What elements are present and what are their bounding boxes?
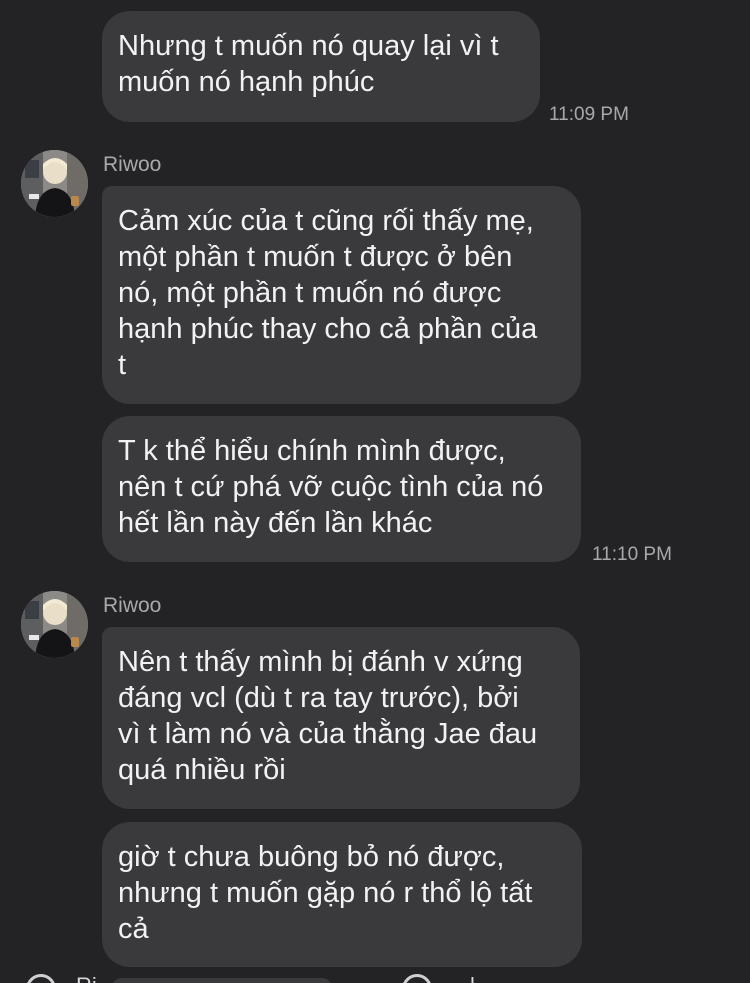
avatar[interactable] [21,150,88,217]
profile-photo-icon [21,591,88,658]
profile-photo-icon [21,150,88,217]
sender-name: Ri [76,974,97,983]
sender-name: Riwoo [103,594,162,617]
avatar[interactable] [402,974,432,983]
message-bubble[interactable]: T k thể hiểu chính mình được, nên t cứ p… [102,416,581,562]
message-bubble[interactable]: giờ t chưa buông bỏ nó được, nhưng t muố… [102,822,582,967]
message-bubble[interactable]: Cảm xúc của t cũng rối thấy mẹ, một phần… [102,186,581,404]
sender-name: Riwoo [103,153,162,176]
avatar[interactable] [26,974,56,983]
message-bubble[interactable] [112,978,332,983]
avatar[interactable] [21,591,88,658]
message-timestamp: 11:10 PM [592,544,672,565]
message-bubble[interactable]: Nên t thấy mình bị đánh v xứng đáng vcl … [102,627,580,809]
sender-name: l [470,974,475,983]
message-bubble[interactable]: Nhưng t muốn nó quay lại vì t muốn nó hạ… [102,11,540,122]
message-timestamp: 11:09 PM [549,104,629,125]
chat-screen: Nhưng t muốn nó quay lại vì t muốn nó hạ… [0,0,750,983]
